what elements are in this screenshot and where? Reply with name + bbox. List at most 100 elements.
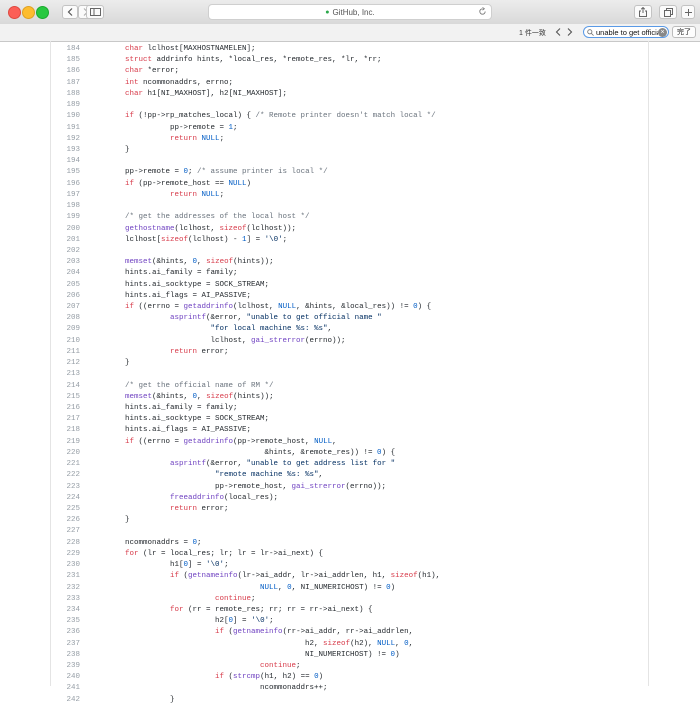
line-number[interactable]: 210: [50, 336, 125, 347]
line-number[interactable]: 200: [50, 224, 125, 235]
line-number[interactable]: 235: [50, 616, 125, 627]
minimize-window-button[interactable]: [22, 6, 35, 19]
code-token: (!pp->rp_matches_local) {: [134, 112, 256, 121]
code-line: 221 asprintf(&error, "unable to get addr…: [50, 459, 647, 470]
find-done-button[interactable]: 完了: [672, 26, 696, 38]
address-bar[interactable]: ● GitHub, Inc.: [208, 4, 492, 20]
line-number[interactable]: 231: [50, 571, 125, 582]
line-number[interactable]: 221: [50, 459, 125, 470]
code-token: if: [215, 673, 225, 682]
find-next-button[interactable]: [565, 27, 574, 37]
line-number[interactable]: 214: [50, 381, 125, 392]
code-line: 196 if (pp->remote_host == NULL): [50, 179, 647, 190]
sidebar-button[interactable]: [86, 5, 104, 19]
line-number[interactable]: 187: [50, 78, 125, 89]
clear-search-icon[interactable]: ×: [658, 27, 667, 37]
line-number[interactable]: 205: [50, 280, 125, 291]
code-line: 237 h2, sizeof(h2), NULL, 0,: [50, 639, 647, 650]
line-number[interactable]: 240: [50, 672, 125, 683]
line-number[interactable]: 194: [50, 156, 125, 167]
find-previous-button[interactable]: [553, 27, 562, 37]
line-number[interactable]: 184: [50, 44, 125, 55]
line-number[interactable]: 238: [50, 650, 125, 661]
line-number[interactable]: 195: [50, 167, 125, 178]
line-number[interactable]: 192: [50, 134, 125, 145]
code-token: ) {: [417, 303, 432, 312]
line-number[interactable]: 191: [50, 123, 125, 134]
line-number[interactable]: 225: [50, 504, 125, 515]
line-number[interactable]: 232: [50, 583, 125, 594]
line-number[interactable]: 190: [50, 111, 125, 122]
code-token: for: [125, 549, 139, 558]
code-line: 223 pp->remote_host, gai_strerror(errno)…: [50, 482, 647, 493]
line-number[interactable]: 207: [50, 302, 125, 313]
line-number[interactable]: 196: [50, 179, 125, 190]
code-text: pp->remote = 1;: [125, 123, 647, 134]
line-number[interactable]: 234: [50, 605, 125, 616]
line-number[interactable]: 218: [50, 425, 125, 436]
code-token: int: [125, 78, 139, 87]
code-token: asprintf: [170, 460, 207, 469]
code-text: "for local machine %s: %s",: [125, 324, 647, 335]
code-text: hints.ai_socktype = SOCK_STREAM;: [125, 414, 647, 425]
code-text: return NULL;: [125, 190, 647, 201]
line-number[interactable]: 223: [50, 482, 125, 493]
code-token: (&error,: [206, 314, 247, 323]
line-number[interactable]: 241: [50, 683, 125, 694]
line-number[interactable]: 217: [50, 414, 125, 425]
new-tab-button[interactable]: [681, 5, 695, 19]
line-number[interactable]: 224: [50, 493, 125, 504]
line-number[interactable]: 193: [50, 145, 125, 156]
tabs-button[interactable]: [659, 5, 677, 19]
line-number[interactable]: 208: [50, 313, 125, 324]
line-number[interactable]: 239: [50, 661, 125, 672]
line-number[interactable]: 222: [50, 470, 125, 481]
line-number[interactable]: 242: [50, 695, 125, 706]
line-number[interactable]: 203: [50, 257, 125, 268]
line-number[interactable]: 197: [50, 190, 125, 201]
line-number[interactable]: 206: [50, 291, 125, 302]
line-number[interactable]: 229: [50, 549, 125, 560]
line-number[interactable]: 226: [50, 515, 125, 526]
line-number[interactable]: 236: [50, 627, 125, 638]
line-number[interactable]: 189: [50, 100, 125, 111]
line-number[interactable]: 227: [50, 526, 125, 537]
zoom-window-button[interactable]: [36, 6, 49, 19]
line-number[interactable]: 185: [50, 55, 125, 66]
code-text: "remote machine %s: %s",: [125, 470, 647, 481]
line-number[interactable]: 198: [50, 201, 125, 212]
line-number[interactable]: 215: [50, 392, 125, 403]
line-number[interactable]: 199: [50, 212, 125, 223]
line-number[interactable]: 219: [50, 437, 125, 448]
line-number[interactable]: 201: [50, 235, 125, 246]
share-button[interactable]: [634, 5, 652, 19]
code-token: h2,: [125, 639, 324, 648]
line-number[interactable]: 233: [50, 594, 125, 605]
back-button[interactable]: [62, 5, 78, 19]
code-text: h2, sizeof(h2), NULL, 0,: [125, 639, 647, 650]
line-number[interactable]: 212: [50, 358, 125, 369]
code-line: 198: [50, 201, 647, 212]
line-number[interactable]: 202: [50, 246, 125, 257]
line-number[interactable]: 213: [50, 369, 125, 380]
line-number[interactable]: 228: [50, 538, 125, 549]
close-window-button[interactable]: [8, 6, 21, 19]
code-line: 209 "for local machine %s: %s",: [50, 324, 647, 335]
line-number[interactable]: 237: [50, 639, 125, 650]
find-query-text: unable to get officia: [596, 27, 658, 37]
find-input[interactable]: unable to get officia ×: [583, 26, 669, 38]
line-number[interactable]: 220: [50, 448, 125, 459]
line-number[interactable]: 216: [50, 403, 125, 414]
code-line: 186 char *error;: [50, 66, 647, 77]
reload-icon[interactable]: [478, 7, 487, 16]
line-number[interactable]: 209: [50, 324, 125, 335]
line-number[interactable]: 211: [50, 347, 125, 358]
line-number[interactable]: 186: [50, 66, 125, 77]
code-token: pp->remote =: [125, 168, 184, 177]
line-number[interactable]: 204: [50, 268, 125, 279]
line-number[interactable]: 230: [50, 560, 125, 571]
line-number[interactable]: 188: [50, 89, 125, 100]
code-token: }: [125, 145, 130, 154]
